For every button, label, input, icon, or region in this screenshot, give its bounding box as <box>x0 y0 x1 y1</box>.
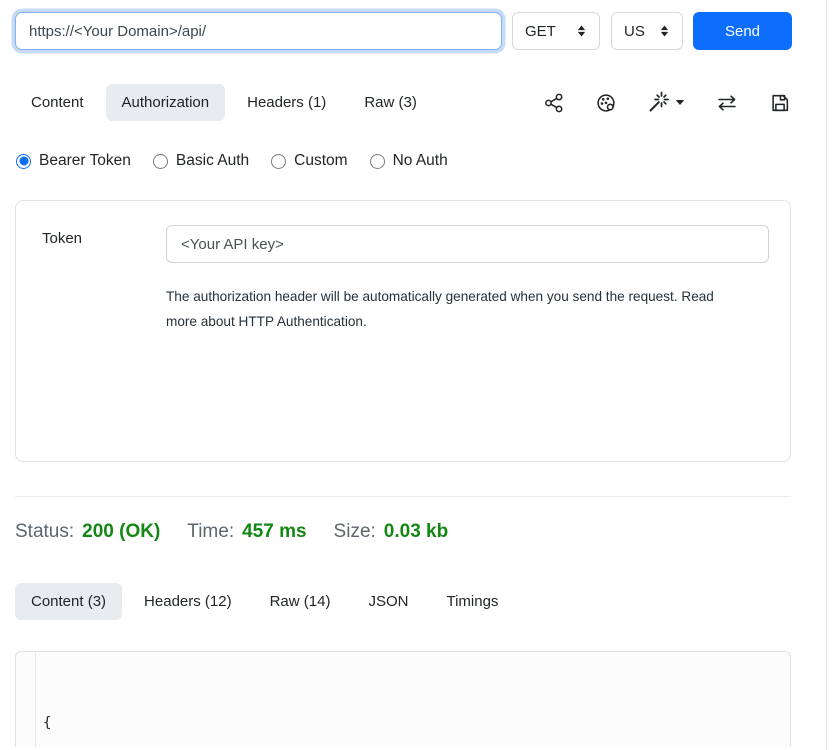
token-label: Token <box>42 230 166 461</box>
tab-response-json[interactable]: JSON <box>352 583 424 620</box>
tab-authorization[interactable]: Authorization <box>106 84 226 121</box>
method-select-value: GET <box>525 23 556 40</box>
chevron-down-icon <box>675 99 685 106</box>
api-client-window: GET US Send Content Authorization Header… <box>0 0 837 750</box>
token-input[interactable] <box>166 225 769 263</box>
size-label: Size: <box>334 521 376 542</box>
time-stat: Time: 457 ms <box>187 521 306 543</box>
up-down-arrows-icon <box>659 24 670 38</box>
save-icon[interactable] <box>769 92 791 114</box>
up-down-arrows-icon <box>576 24 587 38</box>
request-toolbar <box>543 91 791 115</box>
status-value: 200 (OK) <box>82 521 160 542</box>
radio-button <box>370 154 385 169</box>
response-json-code: { "message": "API running." } <box>16 661 790 747</box>
auth-option-custom[interactable]: Custom <box>271 152 347 170</box>
tab-headers[interactable]: Headers (1) <box>231 84 342 121</box>
status-label: Status: <box>15 521 74 542</box>
auth-option-label: No Auth <box>393 152 448 170</box>
response-tabs: Content (3) Headers (12) Raw (14) JSON T… <box>15 583 791 620</box>
tab-content[interactable]: Content <box>15 84 100 121</box>
auth-option-label: Bearer Token <box>39 152 131 170</box>
url-input[interactable] <box>15 12 502 50</box>
request-tabs: Content Authorization Headers (1) Raw (3… <box>15 84 791 121</box>
auth-option-bearer-token[interactable]: Bearer Token <box>16 152 131 170</box>
token-helper-text: The authorization header will be automat… <box>166 284 748 334</box>
region-select[interactable]: US <box>611 12 683 50</box>
radio-button <box>16 154 31 169</box>
request-bar: GET US Send <box>15 12 837 50</box>
send-button[interactable]: Send <box>693 12 792 50</box>
status-stat: Status: 200 (OK) <box>15 521 160 543</box>
response-summary: Status: 200 (OK) Time: 457 ms Size: 0.03 kb <box>15 521 837 543</box>
tab-response-timings[interactable]: Timings <box>430 583 514 620</box>
palette-icon[interactable] <box>595 92 617 114</box>
radio-button <box>153 154 168 169</box>
tab-raw[interactable]: Raw (3) <box>348 84 433 121</box>
tab-response-headers[interactable]: Headers (12) <box>128 583 248 620</box>
section-divider <box>15 496 791 497</box>
response-body-viewer: { "message": "API running." } <box>15 651 791 747</box>
token-panel: Token The authorization header will be a… <box>15 200 791 462</box>
time-value: 457 ms <box>242 521 306 542</box>
radio-button <box>271 154 286 169</box>
size-value: 0.03 kb <box>384 521 448 542</box>
tab-response-raw[interactable]: Raw (14) <box>254 583 347 620</box>
share-icon[interactable] <box>543 92 565 114</box>
region-select-value: US <box>624 23 645 40</box>
magic-wand-icon[interactable] <box>647 91 685 115</box>
code-gutter-divider <box>35 652 36 747</box>
code-line: { <box>43 711 790 736</box>
tab-response-content[interactable]: Content (3) <box>15 583 122 620</box>
scrollbar-track[interactable] <box>826 0 827 750</box>
auth-type-options: Bearer Token Basic Auth Custom No Auth <box>16 152 837 170</box>
auth-option-label: Basic Auth <box>176 152 249 170</box>
method-select[interactable]: GET <box>512 12 600 50</box>
auth-option-no-auth[interactable]: No Auth <box>370 152 448 170</box>
time-label: Time: <box>187 521 234 542</box>
size-stat: Size: 0.03 kb <box>334 521 449 543</box>
auth-option-basic-auth[interactable]: Basic Auth <box>153 152 249 170</box>
auth-option-label: Custom <box>294 152 347 170</box>
swap-arrows-icon[interactable] <box>715 91 739 115</box>
